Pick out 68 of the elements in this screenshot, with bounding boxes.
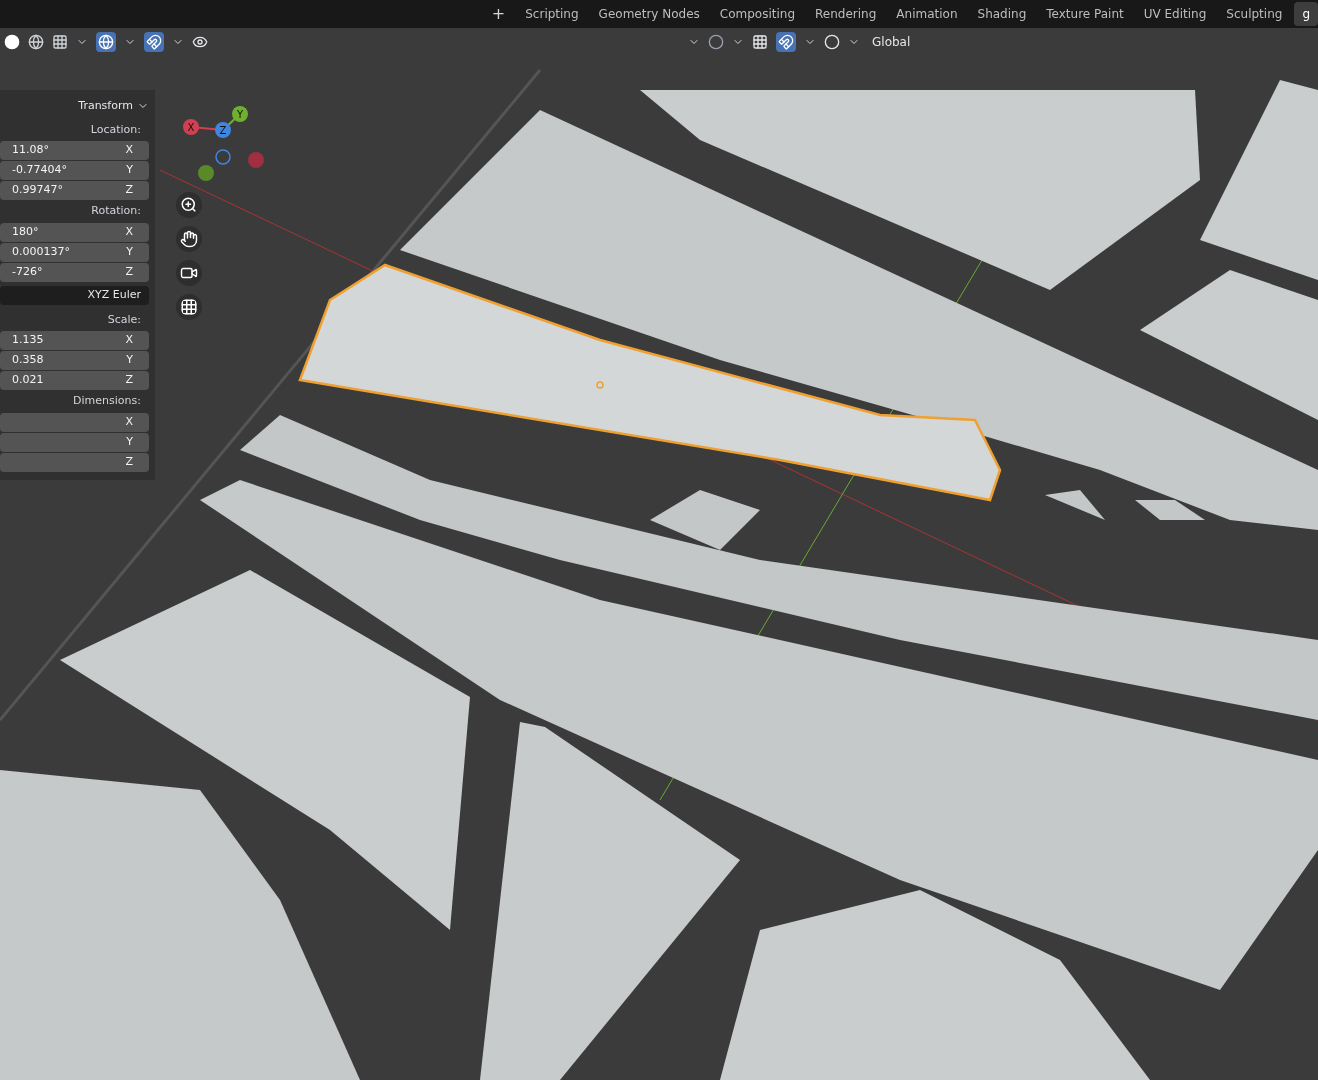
workspace-tab[interactable]: g xyxy=(1294,2,1318,26)
field-value: 0.021 xyxy=(12,372,44,389)
mesh-piece[interactable] xyxy=(200,480,1318,990)
number-field[interactable]: X xyxy=(0,412,149,432)
field-value: 11.08° xyxy=(12,142,49,159)
field-value: 0.99747° xyxy=(12,182,63,199)
number-field[interactable]: 0.358 Y xyxy=(0,351,149,370)
axis-label: X xyxy=(125,223,133,240)
number-field[interactable]: 0.99747° Z xyxy=(0,181,149,200)
number-field[interactable]: Z xyxy=(0,452,149,472)
workspace-tab[interactable]: Shading xyxy=(969,2,1035,26)
axis-label: Z xyxy=(125,372,133,389)
mesh-piece[interactable] xyxy=(1140,270,1318,420)
section-label: Scale: xyxy=(106,311,142,328)
workspace-tab[interactable]: Rendering xyxy=(807,2,885,26)
number-field[interactable]: -0.77404° Y xyxy=(0,161,149,180)
number-field[interactable]: -726° Z xyxy=(0,262,149,282)
orientation-dropdown[interactable]: Global xyxy=(868,33,915,51)
mesh-piece[interactable] xyxy=(0,770,360,1080)
workspace-tab[interactable]: Compositing xyxy=(711,2,804,26)
section-label: Rotation: xyxy=(90,203,142,219)
field-value: 180° xyxy=(12,223,39,240)
mesh-piece[interactable] xyxy=(720,890,1150,1080)
number-field[interactable]: Y xyxy=(0,432,149,452)
section-label: Location: xyxy=(89,121,142,138)
rotation-mode-dropdown[interactable]: XYZ Euler xyxy=(0,285,149,305)
number-field[interactable]: 1.135 X xyxy=(0,331,149,350)
axis-label: Y xyxy=(126,162,133,179)
mesh-piece[interactable] xyxy=(240,415,1318,720)
visibility-icon[interactable] xyxy=(192,34,208,50)
field-value: -0.77404° xyxy=(12,162,67,179)
number-field[interactable]: 11.08° X xyxy=(0,141,149,160)
origin-point xyxy=(596,381,604,389)
axis-label: Z xyxy=(125,263,133,280)
workspace-tab[interactable]: Geometry Nodes xyxy=(590,2,708,26)
snap-icon[interactable] xyxy=(776,32,796,52)
section-label: Dimensions: xyxy=(72,393,142,409)
field-value: -726° xyxy=(12,263,43,280)
axis-label: X xyxy=(125,332,133,349)
mesh-piece[interactable] xyxy=(1200,80,1318,280)
axis-label: X xyxy=(125,142,133,159)
axis-gizmo-drawing[interactable]: X Y Z xyxy=(180,100,270,210)
add-workspace-button[interactable]: + xyxy=(483,2,514,26)
workspace-tab[interactable]: Scripting xyxy=(517,2,587,26)
workspace-tab[interactable]: UV Editing xyxy=(1135,2,1215,26)
number-field[interactable]: 0.021 Z xyxy=(0,371,149,390)
mesh-fragment xyxy=(1045,490,1105,520)
mesh-piece[interactable] xyxy=(480,722,740,1080)
workspace-tab[interactable]: Texture Paint xyxy=(1038,2,1132,26)
number-field[interactable]: 0.000137° Y xyxy=(0,242,149,262)
mesh-piece[interactable] xyxy=(400,110,1318,530)
selected-arm-mesh[interactable] xyxy=(298,263,1002,502)
hand-mesh[interactable] xyxy=(650,490,760,550)
mesh-fragment xyxy=(1135,500,1205,520)
field-value: 0.358 xyxy=(12,352,44,369)
axis-label: Z xyxy=(125,453,133,470)
axis-label: X xyxy=(125,413,133,430)
workspace-tab[interactable]: Sculpting xyxy=(1218,2,1291,26)
workspace-tab[interactable]: Animation xyxy=(888,2,966,26)
number-field[interactable]: 180° X xyxy=(0,222,149,242)
field-value: 0.000137° xyxy=(12,243,70,260)
axis-label: Y xyxy=(126,433,133,450)
field-value: 1.135 xyxy=(12,332,44,349)
axis-label: Z xyxy=(125,182,133,199)
mesh-piece[interactable] xyxy=(60,570,470,930)
axis-label: Y xyxy=(126,352,133,369)
axis-label: Y xyxy=(126,243,133,260)
panel-title: Transform xyxy=(78,98,133,114)
